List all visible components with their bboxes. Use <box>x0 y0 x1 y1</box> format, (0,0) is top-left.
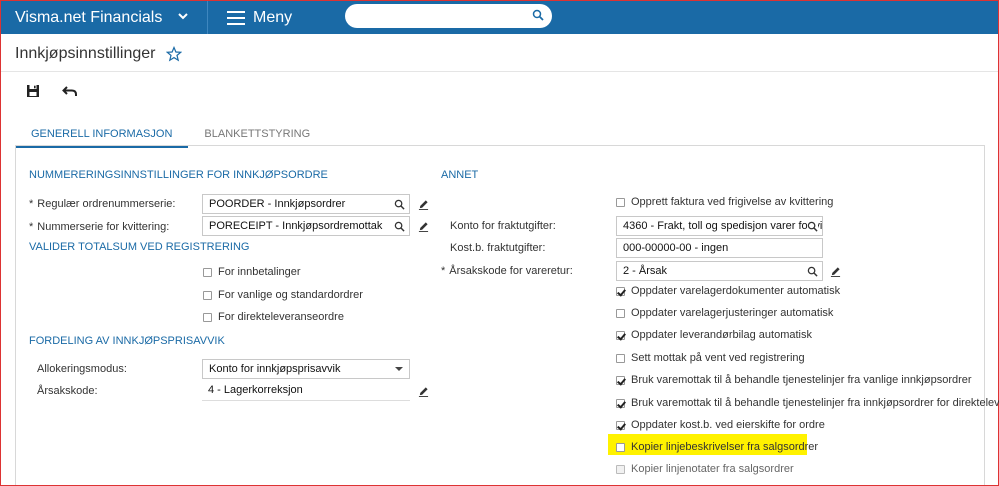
magnifier-icon[interactable] <box>807 221 818 232</box>
checkbox-box[interactable] <box>203 290 212 300</box>
return-reason-label: * Årsakskode for vareretur: <box>441 265 573 277</box>
section-validate-heading: VALIDER TOTALSUM VED REGISTRERING <box>29 241 250 253</box>
checkbox-box[interactable] <box>616 286 625 296</box>
pencil-icon[interactable] <box>418 221 429 232</box>
page-title-bar: Innkjøpsinnstillinger <box>15 45 182 63</box>
magnifier-icon[interactable] <box>807 266 818 277</box>
checkbox-box[interactable] <box>616 308 625 318</box>
chevron-down-icon <box>178 13 188 20</box>
checkbox-label: Oppdater varelagerjusteringer automatisk <box>631 307 834 319</box>
receipt-series-label: * Nummerserie for kvittering: <box>29 221 170 233</box>
search-input[interactable] <box>345 4 552 28</box>
required-mark: * <box>29 198 34 210</box>
pencil-icon[interactable] <box>418 386 429 397</box>
freight-account-field[interactable]: 4360 - Frakt, toll og spedisjon varer fo… <box>616 216 823 236</box>
settings-panel <box>15 145 985 485</box>
section-variance-heading: FORDELING AV INNKJØPSPRISAVVIK <box>29 335 225 347</box>
checkbox-box[interactable] <box>616 442 625 452</box>
page-title: Innkjøpsinnstillinger <box>15 45 156 62</box>
undo-icon[interactable] <box>62 83 78 99</box>
checkbox-label: Oppdater varelagerdokumenter automatisk <box>631 285 841 297</box>
freight-sub-label: Kost.b. fraktutgifter: <box>450 242 546 254</box>
checkbox-label: Bruk varemottak til å behandle tjenestel… <box>631 374 972 386</box>
star-icon[interactable] <box>165 46 182 62</box>
main-menu-button[interactable]: Meny <box>227 1 292 34</box>
checkbox-box[interactable] <box>616 375 625 385</box>
checkbox-option-2[interactable]: Oppdater varelagerjusteringer automatisk <box>616 307 833 319</box>
checkbox-box[interactable] <box>203 312 212 322</box>
app-title: Visma.net Financials <box>15 8 163 26</box>
checkbox-label: Sett mottak på vent ved registrering <box>631 352 805 364</box>
checkbox-label: Oppdater leverandørbilag automatisk <box>631 329 812 341</box>
pencil-icon[interactable] <box>830 266 841 277</box>
menu-label: Meny <box>253 8 293 26</box>
allocation-mode-label: Allokeringsmodus: <box>37 363 127 375</box>
checkbox-option-1[interactable]: Oppdater varelagerdokumenter automatisk <box>616 285 840 297</box>
search-icon <box>532 9 544 21</box>
receipt-series-field[interactable]: PORECEIPT - Innkjøpsordremottak <box>202 216 410 236</box>
checkbox-option-9: Kopier linjenotater fra salgsordrer <box>616 463 794 475</box>
section-annet-heading: ANNET <box>441 169 479 181</box>
pencil-icon[interactable] <box>418 199 429 210</box>
checkbox-box[interactable] <box>616 398 625 408</box>
menu-icon <box>227 10 245 25</box>
checkbox-for-vanlige-ordrer[interactable]: For vanlige og standardordrer <box>203 289 363 301</box>
checkbox-for-direkteleveranse[interactable]: For direkteleveranseordre <box>203 311 344 323</box>
checkbox-label: Oppdater kost.b. ved eierskifte for ordr… <box>631 419 825 431</box>
checkbox-label: Bruk varemottak til å behandle tjenestel… <box>631 397 999 409</box>
checkbox-box[interactable] <box>203 267 212 277</box>
freight-sub-field[interactable]: 000-00000-00 - ingen <box>616 238 823 258</box>
freight-account-label: Konto for fraktutgifter: <box>450 220 556 232</box>
save-icon[interactable] <box>25 83 41 99</box>
checkbox-box[interactable] <box>616 197 625 207</box>
checkbox-option-7[interactable]: Oppdater kost.b. ved eierskifte for ordr… <box>616 419 825 431</box>
checkbox-invoice-on-release[interactable]: Opprett faktura ved frigivelse av kvitte… <box>616 196 833 208</box>
checkbox-option-6[interactable]: Bruk varemottak til å behandle tjenestel… <box>616 397 999 409</box>
checkbox-for-innbetalinger[interactable]: For innbetalinger <box>203 266 301 278</box>
app-switcher[interactable]: Visma.net Financials <box>1 1 208 34</box>
checkbox-box[interactable] <box>616 353 625 363</box>
divider <box>1 71 998 72</box>
checkbox-box <box>616 464 625 474</box>
checkbox-box[interactable] <box>616 330 625 340</box>
top-bar: Visma.net Financials Meny <box>1 1 998 34</box>
reason-code-field[interactable]: 4 - Lagerkorreksjon <box>202 381 410 401</box>
checkbox-option-8[interactable]: Kopier linjebeskrivelser fra salgsordrer <box>616 441 818 453</box>
allocation-mode-select[interactable]: Konto for innkjøpsprisavvik <box>202 359 410 379</box>
magnifier-icon[interactable] <box>394 199 405 210</box>
order-series-field[interactable]: POORDER - Innkjøpsordrer <box>202 194 410 214</box>
return-reason-field[interactable]: 2 - Årsak <box>616 261 823 281</box>
magnifier-icon[interactable] <box>394 221 405 232</box>
checkbox-box[interactable] <box>616 420 625 430</box>
checkbox-option-3[interactable]: Oppdater leverandørbilag automatisk <box>616 329 812 341</box>
reason-code-label: Årsakskode: <box>37 385 98 397</box>
checkbox-label: Kopier linjenotater fra salgsordrer <box>631 463 794 475</box>
section-numbering-heading: NUMMERERINGSINNSTILLINGER FOR INNKJØPSOR… <box>29 169 328 181</box>
chevron-down-icon <box>395 367 403 371</box>
checkbox-option-5[interactable]: Bruk varemottak til å behandle tjenestel… <box>616 374 972 386</box>
checkbox-option-4[interactable]: Sett mottak på vent ved registrering <box>616 352 805 364</box>
order-series-label: * Regulær ordrenummerserie: <box>29 198 176 210</box>
checkbox-label: Kopier linjebeskrivelser fra salgsordrer <box>631 441 819 453</box>
